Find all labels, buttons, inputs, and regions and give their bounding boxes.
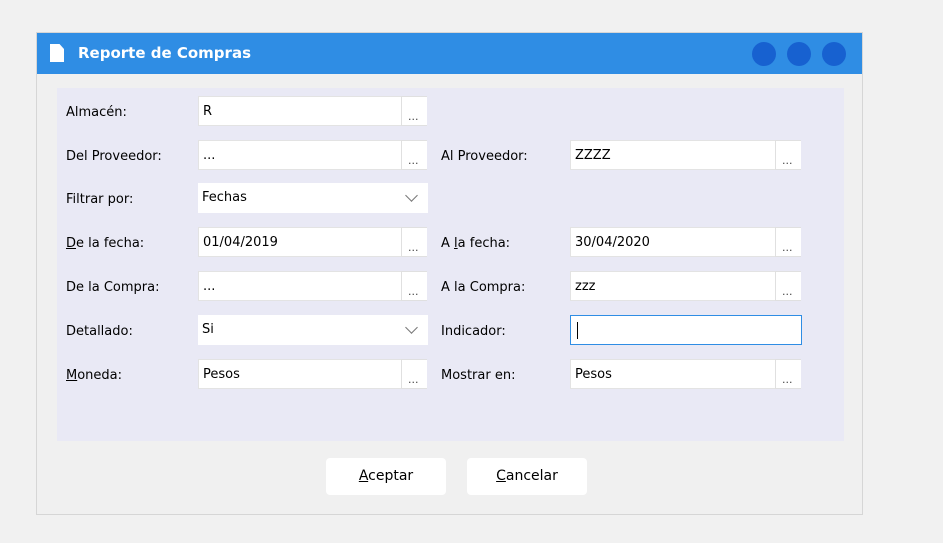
al-proveedor-browse-button[interactable]: ... xyxy=(775,140,801,170)
moneda-input[interactable]: Pesos xyxy=(198,359,403,389)
filtrar-por-label: Filtrar por: xyxy=(66,192,134,207)
de-la-fecha-browse-button[interactable]: ... xyxy=(401,227,427,257)
a-la-compra-browse-button[interactable]: ... xyxy=(775,271,801,301)
almacen-input[interactable]: R xyxy=(198,96,403,126)
de-la-fecha-input[interactable]: 01/04/2019 xyxy=(198,227,403,257)
ellipsis-icon: ... xyxy=(782,373,793,386)
ellipsis-icon: ... xyxy=(408,154,419,167)
mostrar-en-label: Mostrar en: xyxy=(441,368,516,383)
ellipsis-icon: ... xyxy=(408,373,419,386)
almacen-value: R xyxy=(203,104,213,119)
del-proveedor-input[interactable]: ... xyxy=(198,140,403,170)
mostrar-en-browse-button[interactable]: ... xyxy=(775,359,801,389)
maximize-button[interactable] xyxy=(787,42,811,66)
filtrar-por-select[interactable]: Fechas xyxy=(198,183,428,213)
mostrar-en-value: Pesos xyxy=(575,367,612,382)
al-proveedor-value: ZZZZ xyxy=(575,148,611,163)
document-icon xyxy=(50,44,64,62)
del-proveedor-label: Del Proveedor: xyxy=(66,149,162,164)
del-proveedor-browse-button[interactable]: ... xyxy=(401,140,427,170)
detallado-select[interactable]: Si xyxy=(198,315,428,345)
chevron-down-icon xyxy=(405,189,418,202)
moneda-label: Moneda: xyxy=(66,368,123,383)
ellipsis-icon: ... xyxy=(782,241,793,254)
window-title: Reporte de Compras xyxy=(78,44,251,62)
de-la-compra-label: De la Compra: xyxy=(66,280,160,295)
a-la-compra-value: zzz xyxy=(575,279,596,294)
de-la-compra-browse-button[interactable]: ... xyxy=(401,271,427,301)
report-dialog: Reporte de Compras Almacén: R ... Del Pr… xyxy=(36,32,863,515)
de-la-fecha-label: De la fecha: xyxy=(66,236,145,251)
almacen-label: Almacén: xyxy=(66,105,127,120)
text-caret xyxy=(577,322,578,339)
minimize-button[interactable] xyxy=(752,42,776,66)
de-la-compra-input[interactable]: ... xyxy=(198,271,403,301)
indicador-label: Indicador: xyxy=(441,324,506,339)
ellipsis-icon: ... xyxy=(408,285,419,298)
detallado-value: Si xyxy=(202,322,214,337)
ellipsis-icon: ... xyxy=(408,241,419,254)
almacen-browse-button[interactable]: ... xyxy=(401,96,427,126)
ellipsis-icon: ... xyxy=(782,154,793,167)
al-proveedor-label: Al Proveedor: xyxy=(441,149,528,164)
del-proveedor-value: ... xyxy=(203,148,216,163)
a-la-fecha-input[interactable]: 30/04/2020 xyxy=(570,227,776,257)
title-bar[interactable]: Reporte de Compras xyxy=(37,33,862,74)
al-proveedor-input[interactable]: ZZZZ xyxy=(570,140,776,170)
ellipsis-icon: ... xyxy=(782,285,793,298)
cancelar-button[interactable]: Cancelar xyxy=(467,458,587,495)
chevron-down-icon xyxy=(405,321,418,334)
mostrar-en-input[interactable]: Pesos xyxy=(570,359,776,389)
filtrar-por-value: Fechas xyxy=(202,190,247,205)
de-la-fecha-value: 01/04/2019 xyxy=(203,235,278,250)
detallado-label: Detallado: xyxy=(66,324,133,339)
ellipsis-icon: ... xyxy=(408,110,419,123)
a-la-fecha-label: A la fecha: xyxy=(441,236,511,251)
de-la-compra-value: ... xyxy=(203,279,216,294)
close-button[interactable] xyxy=(822,42,846,66)
a-la-compra-label: A la Compra: xyxy=(441,280,526,295)
form-panel: Almacén: R ... Del Proveedor: ... ... Al… xyxy=(57,88,844,441)
indicador-input[interactable] xyxy=(570,315,802,345)
a-la-fecha-value: 30/04/2020 xyxy=(575,235,650,250)
moneda-value: Pesos xyxy=(203,367,240,382)
a-la-fecha-browse-button[interactable]: ... xyxy=(775,227,801,257)
moneda-browse-button[interactable]: ... xyxy=(401,359,427,389)
aceptar-button[interactable]: Aceptar xyxy=(326,458,446,495)
a-la-compra-input[interactable]: zzz xyxy=(570,271,776,301)
